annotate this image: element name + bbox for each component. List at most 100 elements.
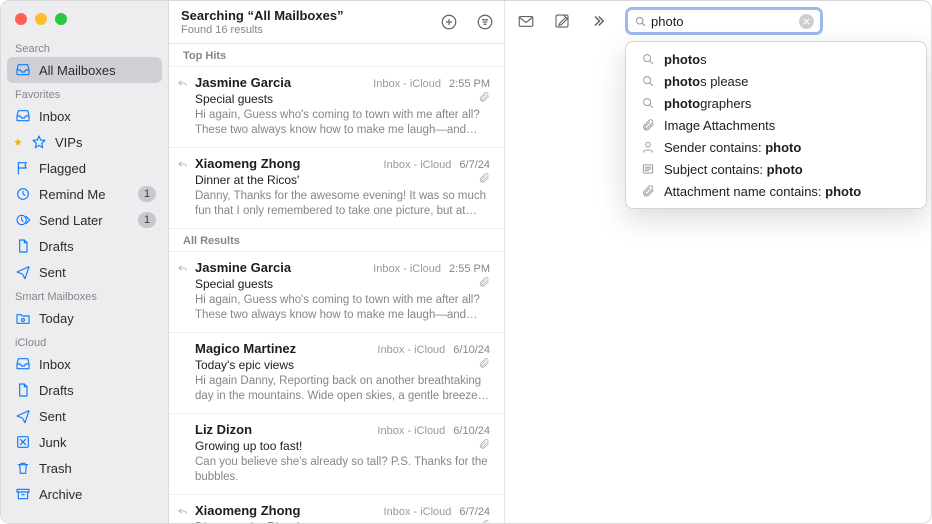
sidebar-item-vips[interactable]: VIPs: [1, 129, 168, 155]
sidebar-item-ic-archive[interactable]: Archive: [1, 481, 168, 507]
search-suggestion-text: photos please: [664, 74, 749, 89]
sidebar-item-label: All Mailboxes: [39, 63, 156, 78]
message-mailbox: Inbox - iCloud: [384, 506, 452, 518]
compose-button[interactable]: [553, 12, 571, 30]
search-suggestion-text: Image Attachments: [664, 118, 775, 133]
sidebar-item-ic-junk[interactable]: Junk: [1, 429, 168, 455]
search-suggestion[interactable]: photos please: [626, 70, 926, 92]
search-icon: [640, 73, 656, 89]
sidebar-item-ic-sent[interactable]: Sent: [1, 403, 168, 429]
message-mailbox: Inbox - iCloud: [384, 159, 452, 171]
detail-pane: photo photos photos please photographers Im…: [505, 1, 931, 523]
person-icon: [640, 139, 656, 155]
flag-icon: [15, 160, 31, 176]
filter-button[interactable]: [476, 13, 494, 31]
message-group-heading: All Results: [169, 229, 504, 252]
message-preview: Danny, Thanks for the awesome evening! I…: [195, 189, 490, 220]
clear-search-button[interactable]: [799, 14, 814, 29]
mail-window: Search All Mailboxes Favorites Inbox VIPs Fla…: [0, 0, 932, 524]
sidebar-item-label: Drafts: [39, 239, 156, 254]
inbox-icon: [15, 108, 31, 124]
search-suggestion[interactable]: Attachment name contains: photo: [626, 180, 926, 202]
sidebar-item-ic-trash[interactable]: Trash: [1, 455, 168, 481]
sidebar-item-all-mailboxes[interactable]: All Mailboxes: [7, 57, 162, 83]
message-row[interactable]: Xiaomeng ZhongInbox - iCloud6/7/24Dinner…: [169, 148, 504, 229]
sidebar-item-send-later[interactable]: Send Later1: [1, 207, 168, 233]
search-input-value[interactable]: photo: [651, 14, 799, 29]
sidebar-item-label: Flagged: [39, 161, 156, 176]
sidebar-item-badge: 1: [138, 212, 156, 228]
message-sender: Magico Martinez: [195, 341, 377, 356]
sidebar-item-label: Junk: [39, 435, 156, 450]
sidebar-item-label: Remind Me: [39, 187, 130, 202]
message-preview: Hi again, Guess who's coming to town wit…: [195, 108, 490, 139]
paperplane-icon: [15, 264, 31, 280]
sidebar-item-flagged[interactable]: Flagged: [1, 155, 168, 181]
search-icon: [640, 95, 656, 111]
minimize-window-button[interactable]: [35, 13, 47, 25]
sidebar-item-label: Sent: [39, 409, 156, 424]
message-group-heading: Top Hits: [169, 44, 504, 67]
junk-icon: [15, 434, 31, 450]
sidebar-item-ic-inbox[interactable]: Inbox: [1, 351, 168, 377]
sidebar-item-label: Trash: [39, 461, 156, 476]
paperplane-icon: [15, 408, 31, 424]
message-sender: Liz Dizon: [195, 422, 377, 437]
message-list-header: Searching “All Mailboxes” Found 16 resul…: [169, 1, 504, 44]
attachment-icon: [478, 91, 490, 103]
window-controls: [1, 1, 168, 37]
search-field[interactable]: photo: [625, 7, 823, 35]
message-sender: Xiaomeng Zhong: [195, 156, 384, 171]
search-suggestion-text: photographers: [664, 96, 751, 111]
attachment-icon: [478, 519, 490, 523]
message-date: 2:55 PM: [449, 78, 490, 90]
reply-indicator-icon: [177, 77, 188, 88]
search-suggestion-text: Attachment name contains: photo: [664, 184, 861, 199]
sidebar-section-heading: Search: [1, 37, 168, 57]
search-suggestion[interactable]: Subject contains: photo: [626, 158, 926, 180]
zoom-window-button[interactable]: [55, 13, 67, 25]
sidebar-item-drafts[interactable]: Drafts: [1, 233, 168, 259]
search-suggestion[interactable]: Image Attachments: [626, 114, 926, 136]
message-subject: Special guests: [195, 92, 478, 106]
message-subject: Today's epic views: [195, 358, 478, 372]
message-row[interactable]: Jasmine GarciaInbox - iCloud2:55 PMSpeci…: [169, 252, 504, 333]
sidebar-item-label: Inbox: [39, 109, 156, 124]
message-date: 6/10/24: [453, 344, 490, 356]
mark-read-button[interactable]: [517, 12, 535, 30]
new-label-button[interactable]: [440, 13, 458, 31]
search-icon: [640, 51, 656, 67]
sidebar-section-heading: Favorites: [1, 83, 168, 103]
message-row[interactable]: Liz DizonInbox - iCloud6/10/24Growing up…: [169, 414, 504, 495]
toolbar-overflow-button[interactable]: [589, 12, 607, 30]
paperclip-icon: [640, 117, 656, 133]
sidebar-item-inbox[interactable]: Inbox: [1, 103, 168, 129]
sidebar-item-ic-drafts[interactable]: Drafts: [1, 377, 168, 403]
message-mailbox: Inbox - iCloud: [373, 263, 441, 275]
search-suggestion[interactable]: Sender contains: photo: [626, 136, 926, 158]
search-suggestion-text: Sender contains: photo: [664, 140, 801, 155]
search-suggestion-text: photos: [664, 52, 707, 67]
star-outline-icon: [31, 134, 47, 150]
clock-icon: [15, 186, 31, 202]
sidebar-item-label: Drafts: [39, 383, 156, 398]
sidebar-item-today[interactable]: Today: [1, 305, 168, 331]
message-subject: Dinner at the Ricos': [195, 173, 478, 187]
attachment-icon: [478, 172, 490, 184]
sidebar-item-sent[interactable]: Sent: [1, 259, 168, 285]
search-suggestion[interactable]: photographers: [626, 92, 926, 114]
attachment-icon: [478, 276, 490, 288]
close-window-button[interactable]: [15, 13, 27, 25]
message-row[interactable]: Magico MartinezInbox - iCloud6/10/24Toda…: [169, 333, 504, 414]
search-suggestion[interactable]: photos: [626, 48, 926, 70]
paperclip-icon: [640, 183, 656, 199]
reply-indicator-icon: [177, 262, 188, 273]
message-row[interactable]: Xiaomeng ZhongInbox - iCloud6/7/24Dinner…: [169, 495, 504, 523]
attachment-icon: [478, 438, 490, 450]
sidebar-section-heading: iCloud: [1, 331, 168, 351]
sidebar-item-label: Archive: [39, 487, 156, 502]
message-preview: Hi again, Guess who's coming to town wit…: [195, 293, 490, 324]
message-row[interactable]: Jasmine GarciaInbox - iCloud2:55 PMSpeci…: [169, 67, 504, 148]
detail-toolbar: photo: [505, 1, 931, 41]
sidebar-item-remind[interactable]: Remind Me1: [1, 181, 168, 207]
